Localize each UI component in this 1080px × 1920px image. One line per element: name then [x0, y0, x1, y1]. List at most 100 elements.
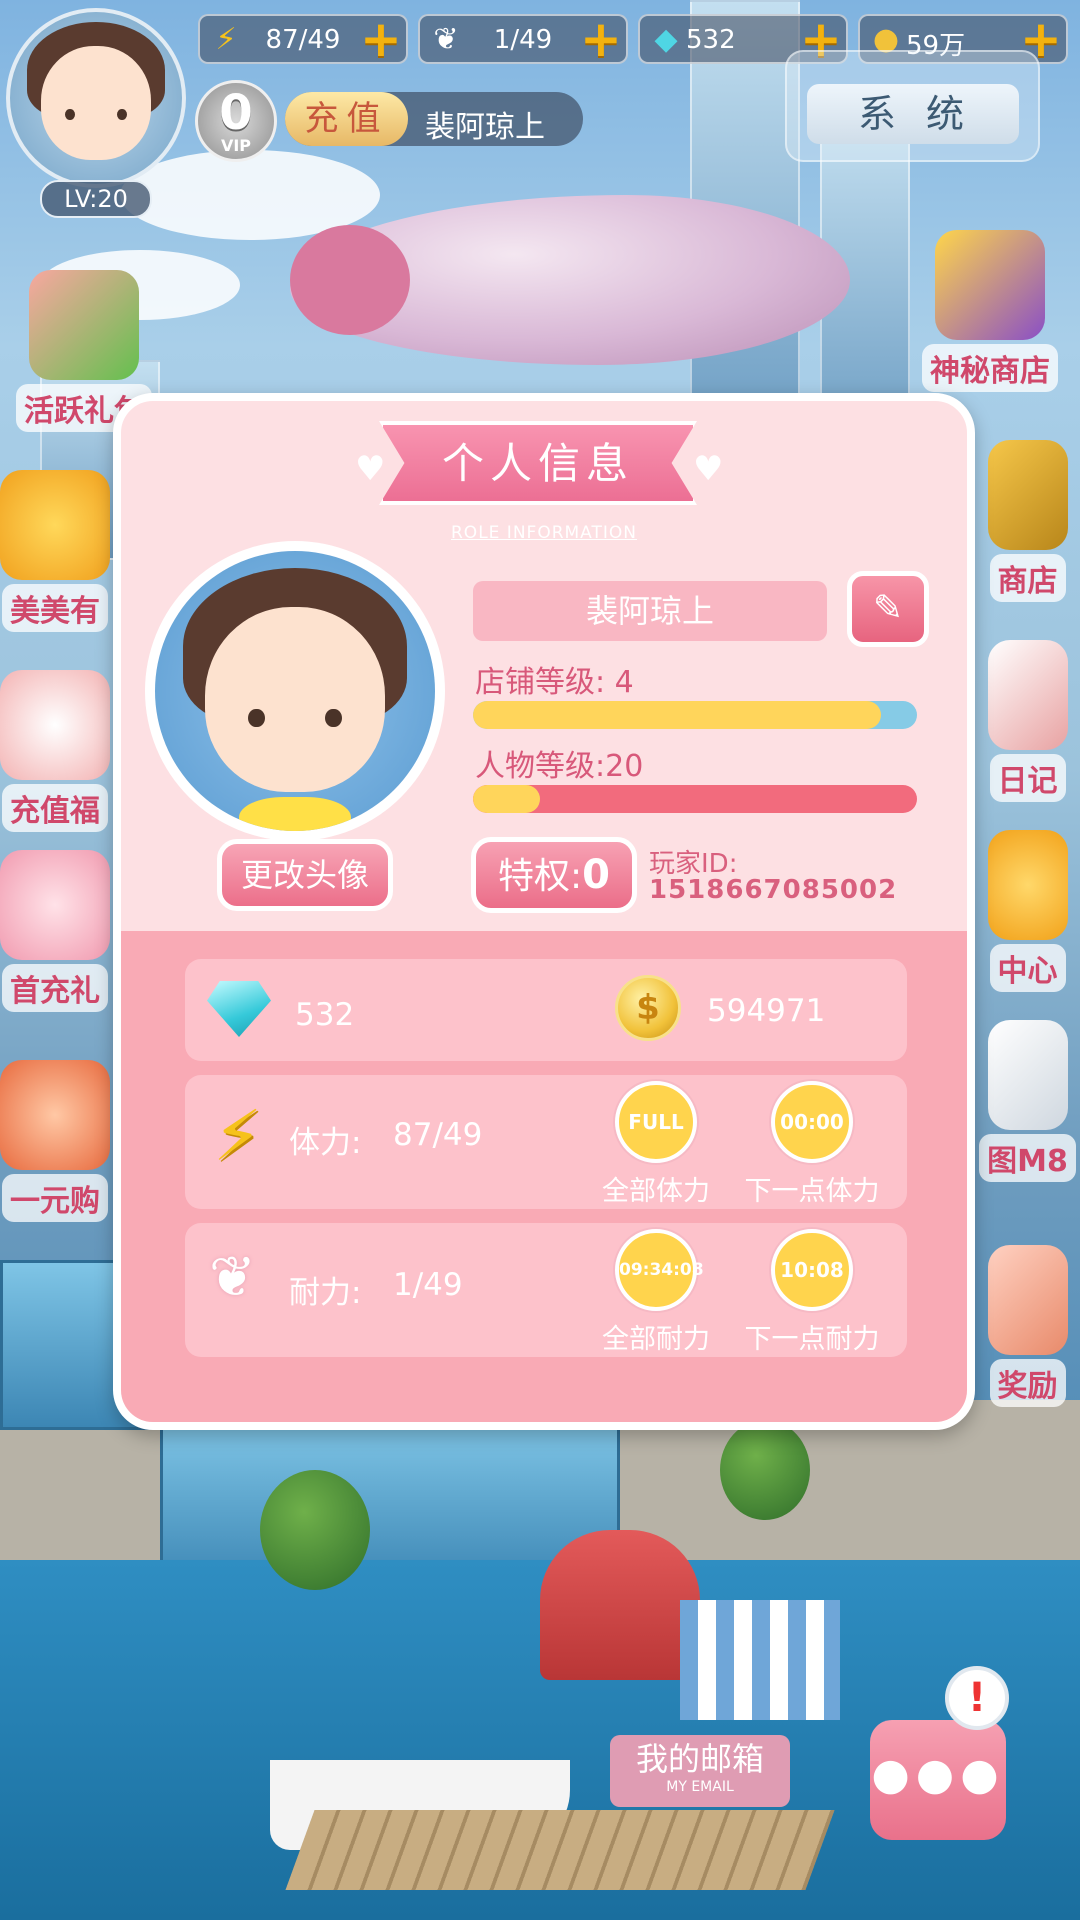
endurance-panel: ❦ 耐力: 1/49 09:34:08 全部耐力 10:08 下一点耐力	[185, 1223, 907, 1357]
player-avatar[interactable]	[6, 8, 186, 188]
recharge-button[interactable]: 充值	[285, 92, 408, 146]
coin-icon: $	[615, 975, 681, 1041]
phone-icon	[987, 1020, 1068, 1130]
airship-nose	[290, 225, 410, 335]
cup-icon	[0, 470, 110, 580]
mailbox-label: 我的邮箱	[635, 1740, 764, 1778]
stamina-resource: ⚡ 87/49 +	[198, 14, 408, 64]
alert-badge[interactable]: !	[945, 1666, 1009, 1730]
change-avatar-button[interactable]: 更改头像	[217, 839, 393, 911]
player-name: 裴阿琼上	[425, 110, 545, 145]
heart-icon: ♥	[355, 449, 386, 489]
lucky-cat-icon	[0, 670, 110, 780]
stamina-next-label: 下一点体力	[744, 1176, 880, 1207]
side-item-mystery-shop[interactable]: 神秘商店	[910, 230, 1070, 392]
side-item-meimei[interactable]: 美美有	[0, 470, 110, 632]
wing-icon: ❦	[433, 21, 459, 57]
endurance-label: 耐力:	[289, 1275, 362, 1311]
side-item-label: 中心	[989, 944, 1066, 992]
dialog-title: 个人信息	[379, 421, 697, 505]
diamond-icon: ◆	[654, 21, 678, 57]
char-level-label: 人物等级:20	[475, 749, 644, 784]
portrait-face	[205, 607, 385, 792]
privilege-button[interactable]: 特权:0	[471, 837, 637, 913]
diary-icon	[987, 640, 1068, 750]
portrait-shirt	[239, 797, 351, 831]
vip-badge[interactable]: 0 VIP	[195, 80, 277, 162]
pencil-icon: ✎	[872, 588, 904, 629]
add-endurance-button[interactable]: +	[578, 14, 624, 64]
level-badge: LV:20	[40, 180, 152, 218]
tree	[260, 1470, 370, 1590]
side-item-label: 一元购	[2, 1174, 108, 1222]
shop-level-bar	[473, 701, 917, 729]
privilege-value: 0	[582, 852, 610, 898]
endurance-all-timer: 09:34:08	[615, 1229, 704, 1311]
gem-value: 532	[686, 25, 736, 55]
stamina-value: 87/49	[265, 25, 341, 55]
privilege-label: 特权:	[498, 856, 583, 897]
scale-icon	[987, 440, 1068, 550]
side-item-label: 日记	[989, 754, 1066, 802]
stamina-panel: ⚡ 体力: 87/49 FULL 全部体力 00:00 下一点体力	[185, 1075, 907, 1209]
stamina-value: 87/49	[393, 1117, 483, 1153]
mystery-box-icon	[935, 230, 1045, 340]
wing-icon: ❦	[209, 1245, 256, 1310]
avatar-face	[40, 46, 152, 160]
endurance-next-timer: 10:08	[771, 1229, 853, 1311]
endurance-next-label: 下一点耐力	[744, 1324, 880, 1355]
portrait-eye	[325, 708, 342, 728]
lightning-icon: ⚡	[213, 1095, 263, 1177]
endurance-resource: ❦ 1/49 +	[418, 14, 628, 64]
activity-icon	[987, 830, 1068, 940]
gem-count: 532	[295, 997, 355, 1033]
mailbox-building[interactable]	[540, 1530, 700, 1680]
vip-label: VIP	[220, 136, 252, 155]
player-id-value: 1518667085002	[649, 875, 898, 905]
side-item-diary[interactable]: 日记	[975, 640, 1080, 802]
girl-icon	[0, 1060, 110, 1170]
treasure-icon	[0, 850, 110, 960]
side-item-label: 神秘商店	[922, 344, 1058, 392]
role-info-dialog: ♥ ♥ 个人信息 ROLE INFORMATION 更改头像 裴阿琼上 ✎ 店铺…	[113, 393, 975, 1430]
avatar-eye	[116, 108, 127, 121]
my-mailbox-button[interactable]: 我的邮箱 MY EMAIL	[610, 1735, 790, 1807]
more-menu-button[interactable]: ●●●	[870, 1720, 1006, 1840]
side-item-label: 充值福	[2, 784, 108, 832]
side-item-label: 图M8	[979, 1134, 1076, 1182]
side-item-exchange-shop[interactable]: 商店	[975, 440, 1080, 602]
shop-level-fill	[473, 701, 882, 729]
side-item-label: 美美有	[2, 584, 108, 632]
ellipsis-icon: ●●●	[871, 1749, 1005, 1800]
side-item-first-recharge[interactable]: 首充礼	[0, 850, 110, 1012]
side-item-label: 商店	[989, 554, 1066, 602]
heart-icon: ♥	[693, 449, 724, 489]
vip-level: 0	[219, 85, 253, 141]
side-item-activity-center[interactable]: 中心	[975, 830, 1080, 992]
side-item-recharge-benefit[interactable]: 充值福	[0, 670, 110, 832]
system-panel: 系统	[785, 50, 1040, 162]
add-stamina-button[interactable]: +	[358, 14, 404, 64]
side-item-one-yuan[interactable]: 一元购	[0, 1060, 110, 1222]
gold-count: 594971	[707, 993, 826, 1029]
side-item-reward[interactable]: 奖励	[975, 1245, 1080, 1407]
stamina-next-timer: 00:00	[771, 1081, 853, 1163]
char-level-bar	[473, 785, 917, 813]
mailbox-label-en: MY EMAIL	[666, 1779, 734, 1795]
stamina-all-label: 全部体力	[602, 1176, 710, 1207]
side-item-label: 奖励	[989, 1359, 1066, 1407]
nickname-field: 裴阿琼上	[473, 581, 827, 641]
profile-portrait	[145, 541, 445, 841]
tree	[720, 1420, 810, 1520]
side-item-m8[interactable]: 图M8	[975, 1020, 1080, 1182]
stamina-all-timer: FULL	[615, 1081, 697, 1163]
system-button[interactable]: 系统	[807, 84, 1019, 144]
endurance-all-label: 全部耐力	[602, 1324, 710, 1355]
stamina-label: 体力:	[289, 1125, 362, 1161]
shop-level-label: 店铺等级: 4	[475, 665, 634, 700]
endurance-value: 1/49	[393, 1267, 463, 1303]
shop-awning	[680, 1600, 840, 1720]
edit-name-button[interactable]: ✎	[847, 571, 929, 647]
dock	[285, 1810, 835, 1890]
gift-icon	[29, 270, 139, 380]
